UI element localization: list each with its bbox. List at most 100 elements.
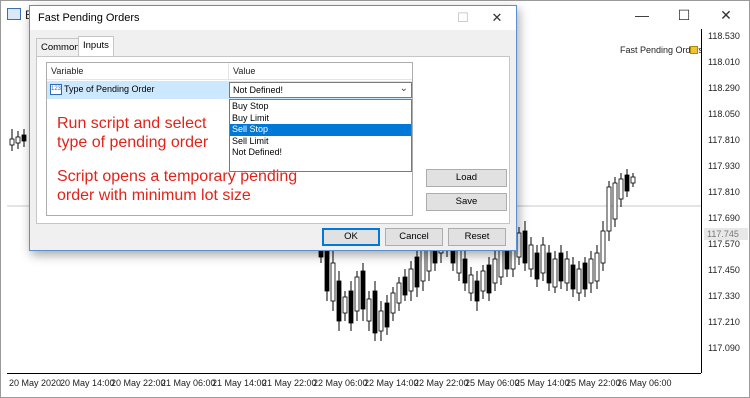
time-tick-label: 22 May 14:00 xyxy=(364,378,419,388)
table-row[interactable]: 123 Type of Pending Order Not Defined! ⌄ xyxy=(47,81,412,99)
candle-body xyxy=(462,258,468,284)
script-icon xyxy=(690,46,698,54)
candle-body xyxy=(9,138,15,146)
dialog-maximize-button[interactable]: ☐ xyxy=(446,6,480,30)
candle-body xyxy=(390,292,396,314)
candle-body xyxy=(342,296,348,314)
candle-body xyxy=(630,176,636,184)
option-sell-stop[interactable]: Sell Stop xyxy=(230,124,411,136)
candle-body xyxy=(480,270,486,292)
candle-body xyxy=(486,264,492,294)
annotation-text: order with minimum lot size xyxy=(57,187,251,204)
candle-body xyxy=(594,252,600,282)
option-buy-limit[interactable]: Buy Limit xyxy=(230,113,411,125)
time-tick-label: 22 May 22:00 xyxy=(414,378,469,388)
time-tick-label: 21 May 14:00 xyxy=(212,378,267,388)
candle-body xyxy=(552,258,558,288)
option-buy-stop[interactable]: Buy Stop xyxy=(230,101,411,113)
time-tick-label: 21 May 22:00 xyxy=(262,378,317,388)
candle-body xyxy=(354,276,360,312)
dialog-title: Fast Pending Orders xyxy=(38,12,140,24)
price-tick-label: 118.290 xyxy=(708,83,740,93)
candle-body xyxy=(558,252,564,282)
candle-body xyxy=(348,290,354,324)
candle-body xyxy=(522,230,528,264)
candle-body xyxy=(384,302,390,328)
minimize-button[interactable]: — xyxy=(621,1,663,29)
candle-body xyxy=(372,290,378,334)
candle-body xyxy=(366,298,372,322)
column-divider[interactable] xyxy=(228,63,229,80)
candle-body xyxy=(582,262,588,290)
time-tick-label: 25 May 06:00 xyxy=(465,378,520,388)
time-tick-label: 25 May 14:00 xyxy=(515,378,570,388)
annotation-text: Script opens a temporary pending xyxy=(57,168,298,185)
candle-body xyxy=(606,186,612,232)
price-tick-label: 117.570 xyxy=(708,239,740,249)
candle-body xyxy=(564,258,570,284)
table-header: Variable Value xyxy=(47,63,412,80)
candle-body xyxy=(528,244,534,270)
column-value[interactable]: Value xyxy=(233,66,255,76)
chevron-down-icon: ⌄ xyxy=(399,83,408,94)
maximize-button[interactable]: ☐ xyxy=(663,1,705,29)
price-axis: 118.530 118.010 118.290 118.050 117.810 117.9… xyxy=(701,29,749,373)
select-value: Not Defined! xyxy=(233,85,284,95)
inputs-panel: Variable Value 123 Type of Pending Order… xyxy=(36,56,510,224)
option-not-defined[interactable]: Not Defined! xyxy=(230,147,411,159)
ok-button[interactable]: OK xyxy=(322,228,380,246)
candle-body xyxy=(414,256,420,288)
candle-body xyxy=(600,230,606,264)
save-button[interactable]: Save xyxy=(426,193,507,211)
price-tick-label: 117.930 xyxy=(708,161,740,171)
current-price-label: 117.745 xyxy=(704,228,748,240)
time-tick-label: 26 May 06:00 xyxy=(617,378,672,388)
parameter-name: Type of Pending Order xyxy=(64,84,155,94)
price-tick-label: 117.090 xyxy=(708,343,740,353)
candle-body xyxy=(378,310,384,332)
price-tick-label: 117.810 xyxy=(708,135,740,145)
dialog-close-button[interactable]: ✕ xyxy=(480,6,514,30)
time-tick-label: 25 May 22:00 xyxy=(566,378,621,388)
candle-body xyxy=(330,262,336,302)
candle-body xyxy=(396,282,402,304)
column-variable[interactable]: Variable xyxy=(51,66,83,76)
price-tick-label: 117.330 xyxy=(708,291,740,301)
candle-body xyxy=(408,268,414,292)
reset-button[interactable]: Reset xyxy=(448,228,506,246)
time-tick-label: 21 May 06:00 xyxy=(161,378,216,388)
price-tick-label: 118.530 xyxy=(708,31,740,41)
inputs-table: Variable Value 123 Type of Pending Order… xyxy=(46,62,413,216)
option-sell-limit[interactable]: Sell Limit xyxy=(230,136,411,148)
time-tick-label: 22 May 06:00 xyxy=(313,378,368,388)
close-button[interactable]: ✕ xyxy=(705,1,747,29)
price-tick-label: 117.690 xyxy=(708,213,740,223)
load-button[interactable]: Load xyxy=(426,169,507,187)
candle-body xyxy=(570,264,576,290)
candle-body xyxy=(492,258,498,284)
candle-body xyxy=(588,258,594,284)
candle-body xyxy=(546,252,552,284)
app-icon xyxy=(7,8,21,20)
price-tick-label: 117.810 xyxy=(708,187,740,197)
candle-body xyxy=(576,268,582,294)
annotation-text: Run script and select xyxy=(57,115,207,132)
order-type-dropdown: Buy Stop Buy Limit Sell Stop Sell Limit … xyxy=(229,99,412,172)
pending-order-type-select[interactable]: Not Defined! ⌄ xyxy=(229,82,412,98)
candle-body xyxy=(534,252,540,280)
candle-body xyxy=(360,270,366,310)
price-tick-label: 117.450 xyxy=(708,265,740,275)
candle-body xyxy=(624,174,630,192)
candle-body xyxy=(336,280,342,322)
price-tick-label: 118.010 xyxy=(708,57,740,67)
candle-body xyxy=(612,182,618,220)
candle-body xyxy=(21,134,27,142)
cancel-button[interactable]: Cancel xyxy=(385,228,443,246)
candle-body xyxy=(540,244,546,274)
candle-body xyxy=(618,178,624,200)
candle-body xyxy=(474,280,480,302)
time-axis: 20 May 2020 20 May 14:00 20 May 22:00 21 Ma… xyxy=(7,373,701,397)
time-tick-label: 20 May 14:00 xyxy=(60,378,115,388)
price-tick-label: 117.210 xyxy=(708,317,740,327)
tab-inputs[interactable]: Inputs xyxy=(78,36,114,57)
